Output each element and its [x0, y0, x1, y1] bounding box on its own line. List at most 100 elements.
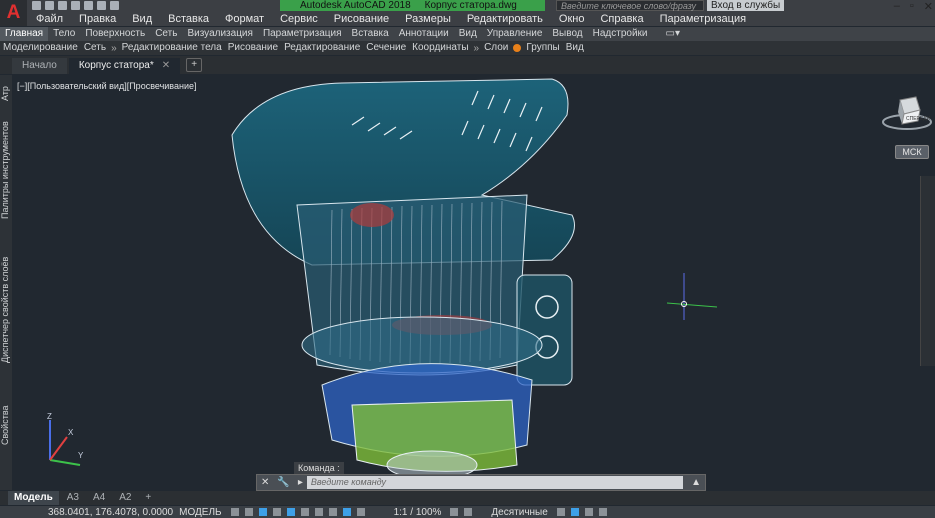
- viewcube[interactable]: СПЕРЕДИ: [882, 92, 932, 134]
- units-selector[interactable]: Десятичные: [485, 507, 553, 518]
- menu-item[interactable]: Файл: [28, 13, 71, 26]
- ribbon-tab[interactable]: Параметризация: [258, 27, 347, 41]
- ribbon-panel[interactable]: Моделирование: [0, 41, 81, 55]
- drawing-viewport[interactable]: Z Y X: [12, 75, 923, 490]
- new-tab-button[interactable]: +: [186, 58, 203, 72]
- isolate-objects-icon[interactable]: [570, 508, 579, 516]
- workspace-gear-icon[interactable]: [450, 508, 459, 516]
- close-icon[interactable]: ✕: [162, 60, 170, 71]
- snap-icon[interactable]: [244, 508, 253, 516]
- ribbon-panel[interactable]: Редактирование: [281, 41, 363, 55]
- ribbon-tab[interactable]: Надстройки: [588, 27, 653, 41]
- annotation-scale[interactable]: 1:1 / 100%: [388, 507, 448, 518]
- menu-item[interactable]: Правка: [71, 13, 124, 26]
- ribbon-tab[interactable]: Сеть: [150, 27, 182, 41]
- ortho-icon[interactable]: [258, 508, 267, 516]
- annotation-monitor-icon[interactable]: [464, 508, 473, 516]
- menu-item[interactable]: Справка: [592, 13, 651, 26]
- 3d-osnap-icon[interactable]: [342, 508, 351, 516]
- print-icon[interactable]: [84, 1, 93, 10]
- palette-layer-manager[interactable]: Диспетчер свойств слоёв: [0, 235, 12, 385]
- osnap-icon[interactable]: [286, 508, 295, 516]
- navigation-bar[interactable]: [920, 176, 935, 366]
- title-bar: A Autodesk AutoCAD 2018 Корпус статора.d…: [0, 0, 935, 26]
- menu-item[interactable]: Вставка: [160, 13, 217, 26]
- open-icon[interactable]: [45, 1, 54, 10]
- ribbon-panel[interactable]: Координаты: [409, 41, 471, 55]
- save-as-icon[interactable]: [71, 1, 80, 10]
- command-input[interactable]: Введите команду: [306, 476, 684, 489]
- ribbon-panel[interactable]: Сеть: [81, 41, 109, 55]
- menu-item[interactable]: Редактировать: [459, 13, 551, 26]
- layout-tab[interactable]: Модель: [8, 491, 59, 505]
- menu-item[interactable]: Сервис: [272, 13, 326, 26]
- ribbon-tab[interactable]: Тело: [48, 27, 80, 41]
- panel-overflow-icon[interactable]: »: [472, 43, 482, 54]
- maximize-icon[interactable]: ▫: [910, 0, 914, 13]
- ribbon-tab[interactable]: Вывод: [547, 27, 587, 41]
- transparency-icon[interactable]: [314, 508, 323, 516]
- new-icon[interactable]: [32, 1, 41, 10]
- chevron-up-icon[interactable]: ▲: [687, 477, 705, 488]
- application-menu-button[interactable]: A: [0, 0, 27, 26]
- new-layout-button[interactable]: +: [139, 491, 157, 505]
- file-tab[interactable]: Начало: [12, 58, 67, 74]
- command-prompt-icon[interactable]: ▸: [294, 477, 307, 488]
- menu-item[interactable]: Размеры: [397, 13, 459, 26]
- model-space-toggle[interactable]: МОДЕЛЬ: [173, 507, 227, 518]
- ribbon-tab[interactable]: Визуализация: [182, 27, 257, 41]
- ribbon-panel[interactable]: Слои: [481, 41, 511, 55]
- redo-icon[interactable]: [110, 1, 119, 10]
- minimize-icon[interactable]: –: [894, 0, 900, 13]
- svg-text:Z: Z: [47, 412, 52, 421]
- ribbon-tab[interactable]: Управление: [482, 27, 548, 41]
- hardware-acceleration-icon[interactable]: [584, 508, 593, 516]
- grid-icon[interactable]: [230, 508, 239, 516]
- layout-tab[interactable]: A4: [87, 491, 111, 505]
- ribbon-panel[interactable]: Сечение: [363, 41, 409, 55]
- menu-item[interactable]: Окно: [551, 13, 593, 26]
- undo-icon[interactable]: [97, 1, 106, 10]
- menu-item[interactable]: Рисование: [326, 13, 397, 26]
- ribbon-panel[interactable]: Группы: [523, 41, 562, 55]
- menu-item[interactable]: Формат: [217, 13, 272, 26]
- lineweight-icon[interactable]: [300, 508, 309, 516]
- ribbon-tab[interactable]: Поверхность: [80, 27, 150, 41]
- ribbon-panel[interactable]: Редактирование тела: [119, 41, 225, 55]
- palette-tool-palettes[interactable]: Палитры инструментов: [0, 115, 12, 225]
- file-tab[interactable]: Корпус статора* ✕: [68, 58, 181, 74]
- palette-attributes[interactable]: Атр: [0, 79, 12, 109]
- layer-status-icon: [513, 44, 522, 52]
- ribbon-minimize-icon[interactable]: ▭▾: [661, 27, 685, 41]
- layout-tab[interactable]: A2: [113, 491, 137, 505]
- window-controls: – ▫ ✕: [894, 0, 933, 13]
- clean-screen-icon[interactable]: [598, 508, 607, 516]
- quick-properties-icon[interactable]: [556, 508, 565, 516]
- menu-item[interactable]: Параметризация: [652, 13, 754, 26]
- palette-properties[interactable]: Свойства: [0, 395, 12, 455]
- ribbon-panel[interactable]: Рисование: [225, 41, 281, 55]
- signin-button[interactable]: Вход в службы: [707, 0, 785, 11]
- app-title: Autodesk AutoCAD 2018: [300, 0, 411, 11]
- ribbon-tab[interactable]: Вид: [454, 27, 482, 41]
- wrench-icon[interactable]: 🔧: [273, 477, 293, 488]
- ribbon-panels: Моделирование Сеть» Редактирование тела Рис…: [0, 41, 935, 55]
- polar-icon[interactable]: [272, 508, 281, 516]
- viewport-controls-label[interactable]: [−][Пользовательский вид][Просвечивание]: [17, 81, 197, 91]
- panel-overflow-icon[interactable]: »: [109, 43, 119, 54]
- ribbon-tab[interactable]: Вставка: [347, 27, 394, 41]
- ucs-menu-button[interactable]: МСК: [895, 145, 929, 159]
- ribbon-tab[interactable]: Главная: [0, 27, 49, 41]
- search-input[interactable]: Введите ключевое слово/фразу: [556, 0, 704, 11]
- layout-tab[interactable]: A3: [61, 491, 85, 505]
- close-icon[interactable]: ✕: [257, 477, 273, 488]
- close-icon[interactable]: ✕: [924, 0, 933, 13]
- dynamic-ucs-icon[interactable]: [356, 508, 365, 516]
- command-history-label: Команда :: [294, 462, 344, 474]
- ribbon-panel[interactable]: Вид: [563, 41, 587, 55]
- selection-cycling-icon[interactable]: [328, 508, 337, 516]
- ribbon-tab[interactable]: Аннотации: [394, 27, 454, 41]
- coordinates-readout[interactable]: 368.0401, 176.4078, 0.0000: [0, 507, 173, 518]
- save-icon[interactable]: [58, 1, 67, 10]
- menu-item[interactable]: Вид: [124, 13, 160, 26]
